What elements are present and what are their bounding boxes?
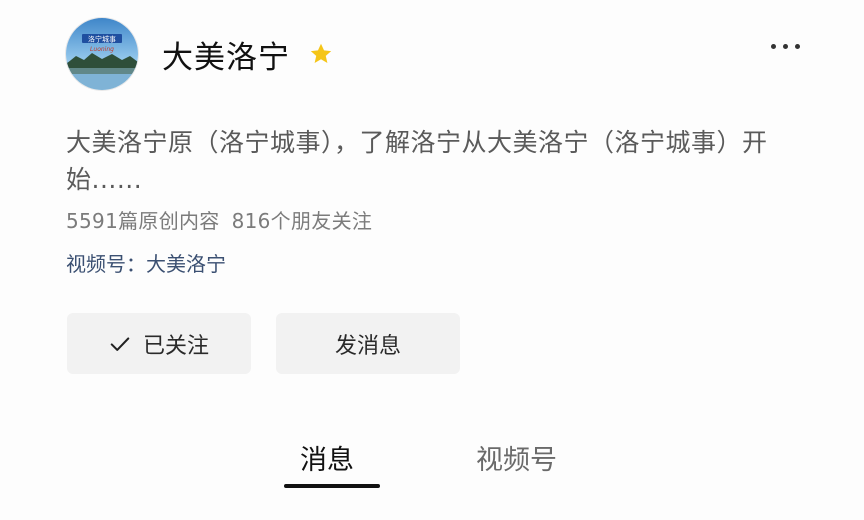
more-icon[interactable] <box>771 44 800 49</box>
followers-count[interactable]: 816个朋友关注 <box>232 209 373 233</box>
avatar-logo-subtext: Luoning <box>90 46 114 53</box>
star-icon[interactable] <box>308 41 334 67</box>
avatar-logo-text: 洛宁城事 <box>88 35 116 44</box>
profile-header: 洛宁城事 Luoning 大美洛宁 <box>66 18 334 90</box>
tab-channel[interactable]: 视频号 <box>476 438 557 477</box>
account-stats: 5591篇原创内容 816个朋友关注 <box>66 205 372 234</box>
send-message-button[interactable]: 发消息 <box>276 313 460 374</box>
avatar-image: 洛宁城事 Luoning <box>66 18 138 90</box>
followed-button-label: 已关注 <box>142 333 209 359</box>
channel-link[interactable]: 视频号：大美洛宁 <box>66 248 226 277</box>
tab-messages[interactable]: 消息 <box>300 438 354 477</box>
send-message-button-label: 发消息 <box>334 333 401 359</box>
check-icon <box>110 336 130 351</box>
tab-bar: 消息 视频号 <box>0 438 864 488</box>
original-count: 5591篇原创内容 <box>66 209 220 233</box>
account-name: 大美洛宁 <box>162 39 290 76</box>
account-description: 大美洛宁原（洛宁城事），了解洛宁从大美洛宁（洛宁城事）开始...... <box>66 128 768 194</box>
official-account-profile: 洛宁城事 Luoning 大美洛宁 大美洛宁原（洛宁城事），了解洛宁从大美洛宁（… <box>0 0 864 520</box>
active-tab-indicator <box>284 484 380 488</box>
followed-button[interactable]: 已关注 <box>67 313 251 374</box>
avatar[interactable]: 洛宁城事 Luoning <box>66 18 138 90</box>
